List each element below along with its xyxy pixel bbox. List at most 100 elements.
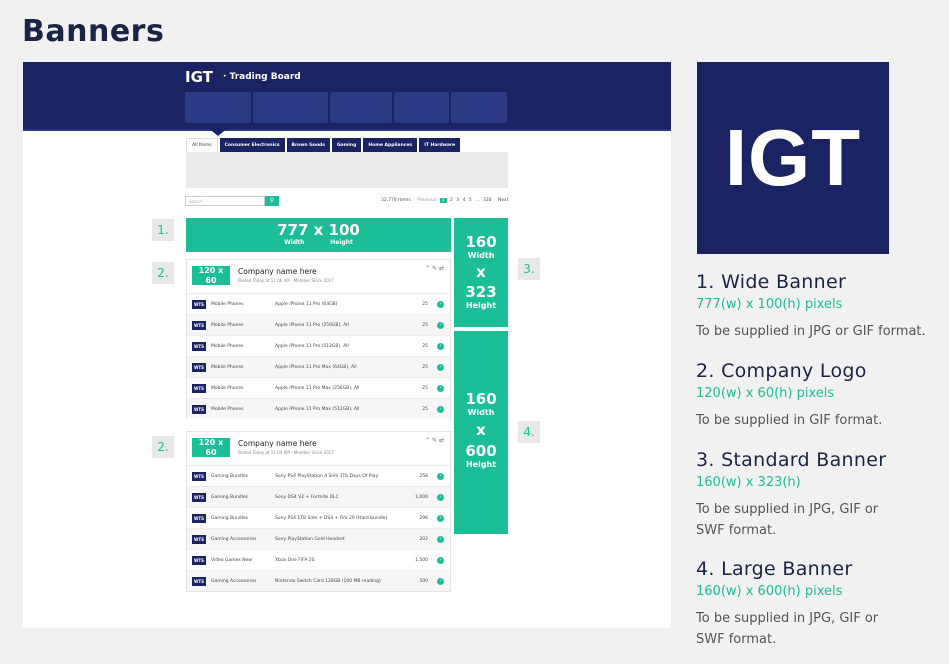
description-large-banner: 4. Large Banner 160(w) x 600(h) pixels T… [696, 558, 896, 650]
tab-brown-goods[interactable]: Brown Goods [286, 138, 330, 153]
nav-button[interactable] [185, 92, 251, 123]
category-tabs: All Items Consumer Electronics Brown Goo… [186, 138, 461, 153]
listing-card: 120 x 60 Width Height Company name here P… [186, 259, 451, 419]
table-row[interactable]: WTS Mobile Phones Apple iPhone 11 Pro (6… [187, 293, 450, 314]
standard-banner-placeholder: 160 Width x 323 Height [454, 218, 508, 327]
nav-button[interactable] [451, 92, 507, 123]
pager-page[interactable]: 5 [469, 198, 472, 203]
card-actions: ⌃ ✎ ⇄ [425, 265, 444, 272]
repost-icon[interactable]: ⇄ [439, 265, 444, 272]
arrow-right-icon[interactable]: › [437, 473, 444, 480]
row-item: Sony DS4 V2 + Fortnite DLC [275, 495, 339, 500]
label-company-logo: 2. [152, 436, 174, 458]
tab-home-appliances[interactable]: Home Appliances [363, 138, 418, 153]
table-row[interactable]: WTS Gaming Bundles Sony PS4 1TB Slim + D… [187, 507, 450, 528]
pagination: 32,778 Items Previous 1 2 3 4 5 ... 328 … [381, 198, 508, 203]
arrow-right-icon[interactable]: › [437, 578, 444, 585]
pager-previous[interactable]: Previous [417, 198, 436, 203]
company-logo-placeholder: 120 x 60 Width Height [192, 438, 230, 463]
search-icon: ⚲ [269, 197, 275, 204]
pager-page[interactable]: 328 [483, 198, 492, 203]
large-banner-height: 600 [465, 442, 497, 460]
row-qty: 296 [419, 516, 428, 521]
table-row[interactable]: WTS Mobile Phones Apple iPhone 11 Pro Ma… [187, 356, 450, 377]
large-banner-width-label: Width [467, 408, 495, 417]
description-title: 4. Large Banner [696, 558, 853, 580]
wts-badge: WTS [192, 472, 206, 481]
row-category: Video Games New [211, 558, 253, 563]
standard-banner-width: 160 [465, 233, 497, 251]
table-row[interactable]: WTS Gaming Accessories Nintendo Switch C… [187, 570, 450, 591]
company-logo-placeholder: 120 x 60 Width Height [192, 266, 230, 291]
table-row[interactable]: WTS Mobile Phones Apple iPhone 11 Pro (5… [187, 335, 450, 356]
row-qty: 258 [419, 474, 428, 479]
arrow-right-icon[interactable]: › [437, 494, 444, 501]
row-qty: 25 [422, 386, 428, 391]
table-row[interactable]: WTS Video Games New Xbox One FIFA 20 1,5… [187, 549, 450, 570]
arrow-right-icon[interactable]: › [437, 536, 444, 543]
row-category: Mobile Phones [211, 323, 244, 328]
arrow-right-icon[interactable]: › [437, 515, 444, 522]
wts-badge: WTS [192, 363, 206, 372]
row-qty: 25 [422, 302, 428, 307]
tab-consumer-electronics[interactable]: Consumer Electronics [219, 138, 285, 153]
row-category: Gaming Bundles [211, 516, 249, 521]
row-item: Sony PS4 PlayStation 4 Slim 1Tb Days Of … [275, 474, 379, 479]
description-dimensions: 120(w) x 60(h) pixels [696, 386, 835, 401]
table-row[interactable]: WTS Mobile Phones Apple iPhone 11 Pro Ma… [187, 377, 450, 398]
arrow-right-icon[interactable]: › [437, 343, 444, 350]
description-format: To be supplied in GIF format. [696, 413, 883, 428]
wts-badge: WTS [192, 556, 206, 565]
search-button[interactable]: ⚲ [265, 196, 279, 206]
arrow-right-icon[interactable]: › [437, 301, 444, 308]
label-standard-banner: 3. [518, 258, 540, 280]
arrow-right-icon[interactable]: › [437, 385, 444, 392]
row-qty: 25 [422, 407, 428, 412]
edit-icon[interactable]: ✎ [432, 265, 437, 272]
table-row[interactable]: WTS Gaming Bundles Sony PS4 PlayStation … [187, 465, 450, 486]
tab-gaming[interactable]: Gaming [331, 138, 362, 153]
igt-logo: IGT [697, 62, 889, 254]
repost-icon[interactable]: ⇄ [439, 437, 444, 444]
wide-banner-placeholder: 777 x 100 Width Height [186, 218, 451, 252]
table-row[interactable]: WTS Gaming Accessories Sony PlayStation … [187, 528, 450, 549]
nav-button[interactable] [394, 92, 449, 123]
pager-next[interactable]: Next [498, 198, 508, 203]
pager-page[interactable]: 4 [463, 198, 466, 203]
description-wide-banner: 1. Wide Banner 777(w) x 100(h) pixels To… [696, 271, 946, 342]
pager-page[interactable]: 1 [439, 198, 447, 203]
row-qty: 1,500 [415, 558, 428, 563]
row-category: Gaming Bundles [211, 495, 249, 500]
description-dimensions: 160(w) x 323(h) [696, 475, 801, 490]
table-row[interactable]: WTS Gaming Bundles Sony DS4 V2 + Fortnit… [187, 486, 450, 507]
table-row[interactable]: WTS Mobile Phones Apple iPhone 11 Pro Ma… [187, 398, 450, 419]
logo-width-label: Width [193, 458, 208, 463]
filter-area [186, 152, 508, 188]
standard-banner-height-label: Height [465, 301, 497, 310]
row-item: Apple iPhone 11 Pro Max (256GB), All [275, 386, 360, 391]
arrow-right-icon[interactable]: › [437, 406, 444, 413]
search-input[interactable]: Search [185, 196, 265, 206]
edit-icon[interactable]: ✎ [432, 437, 437, 444]
tab-it-hardware[interactable]: IT Hardware [419, 138, 461, 153]
wts-badge: WTS [192, 514, 206, 523]
wide-banner-width-label: Width [284, 239, 305, 246]
row-item: Apple iPhone 11 Pro Max (64GB), All [275, 365, 357, 370]
description-company-logo: 2. Company Logo 120(w) x 60(h) pixels To… [696, 360, 941, 431]
pager-page[interactable]: 3 [456, 198, 459, 203]
wts-badge: WTS [192, 493, 206, 502]
arrow-right-icon[interactable]: › [437, 322, 444, 329]
nav-button[interactable] [253, 92, 328, 123]
row-category: Mobile Phones [211, 386, 244, 391]
description-title: 1. Wide Banner [696, 271, 847, 293]
arrow-right-icon[interactable]: › [437, 364, 444, 371]
table-row[interactable]: WTS Mobile Phones Apple iPhone 11 Pro (2… [187, 314, 450, 335]
nav-button[interactable] [330, 92, 392, 123]
collapse-icon[interactable]: ⌃ [425, 437, 430, 444]
logo-height-label: Height [213, 458, 229, 463]
pager-page[interactable]: 2 [450, 198, 453, 203]
arrow-right-icon[interactable]: › [437, 557, 444, 564]
collapse-icon[interactable]: ⌃ [425, 265, 430, 272]
tab-all-items[interactable]: All Items [186, 138, 218, 153]
pager-ellipsis: ... [475, 198, 480, 203]
